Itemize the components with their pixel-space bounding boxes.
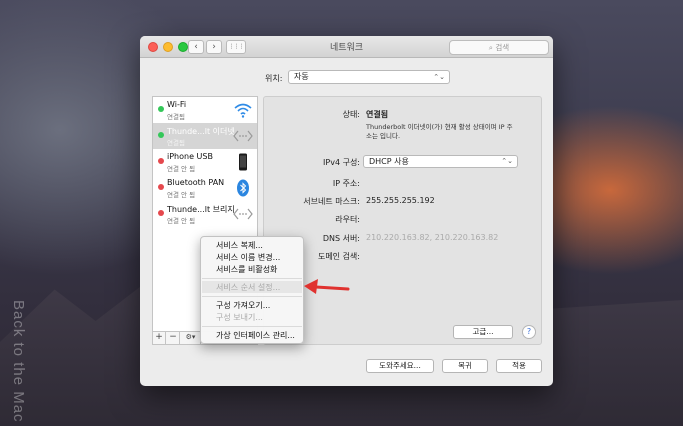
service-status: 연결됨 — [167, 139, 185, 147]
titlebar: ‹ › ⋮⋮⋮ 네트워크 ⌕ 검색 — [140, 36, 553, 58]
subnet-mask-label: 서브네트 마스크: — [303, 197, 360, 206]
menu-item-duplicate-service[interactable]: 서비스 복제... — [216, 240, 263, 251]
service-item-wifi[interactable]: Wi-Fi 연결됨 — [153, 97, 257, 123]
watermark-text: Back to the Mac — [10, 300, 27, 423]
service-status: 연결 안 됨 — [167, 217, 196, 225]
menu-item-import-configurations[interactable]: 구성 가져오기... — [216, 300, 270, 311]
status-value: 연결됨 — [366, 110, 389, 119]
ethernet-icon — [233, 130, 253, 142]
add-service-button[interactable]: + — [153, 332, 166, 344]
menu-separator — [202, 296, 302, 297]
bluetooth-icon — [237, 179, 249, 197]
help-button[interactable]: ? — [522, 325, 536, 339]
service-name: Bluetooth PAN — [167, 178, 225, 187]
menu-item-export-configurations: 구성 보내기... — [216, 313, 263, 322]
annotation-arrow-icon — [304, 279, 350, 294]
service-item-bluetooth-pan[interactable]: Bluetooth PAN 연결 안 됨 — [153, 175, 257, 201]
chevron-updown-icon: ⌃⌄ — [433, 73, 445, 81]
ipv4-config-select[interactable]: DHCP 사용 ⌃⌄ — [363, 155, 518, 168]
subnet-mask-value: 255.255.255.192 — [366, 196, 435, 205]
iphone-icon — [239, 153, 247, 171]
ip-address-label: IP 주소: — [332, 179, 360, 188]
service-name: iPhone USB — [167, 152, 213, 161]
search-domains-label: 도메인 검색: — [317, 252, 360, 261]
service-actions-menu: 서비스 복제... 서비스 이름 변경... 서비스를 비활성화 서비스 순서 … — [200, 236, 304, 344]
search-field[interactable]: ⌕ 검색 — [449, 40, 549, 55]
remove-service-button[interactable]: − — [167, 332, 180, 344]
status-description: Thunderbolt 이더넷이(가) 현재 활성 상태이며 IP 주소는 입니… — [366, 123, 516, 141]
menu-item-rename-service[interactable]: 서비스 이름 변경... — [216, 252, 280, 263]
status-dot-green — [158, 132, 164, 138]
location-label: 위치: — [265, 74, 283, 83]
location-select[interactable]: 자동 ⌃⌄ — [288, 70, 450, 84]
service-status: 연결됨 — [167, 113, 185, 121]
status-label: 상태: — [342, 110, 360, 119]
router-label: 라우터: — [335, 215, 360, 224]
service-item-thunderbolt-bridge[interactable]: Thunde...lt 브리지 연결 안 됨 — [153, 201, 257, 227]
menu-separator — [202, 278, 302, 279]
ipv4-config-value: DHCP 사용 — [369, 157, 409, 166]
status-dot-red — [158, 158, 164, 164]
menu-separator — [202, 326, 302, 327]
ipv4-config-label: IPv4 구성: — [323, 158, 360, 167]
status-dot-red — [158, 210, 164, 216]
menu-item-set-service-order: 서비스 순서 설정... — [216, 283, 281, 292]
service-detail-panel: 상태: 연결됨 Thunderbolt 이더넷이(가) 현재 활성 상태이며 I… — [263, 96, 542, 345]
revert-button[interactable]: 복귀 — [442, 359, 488, 373]
service-name: Thunde...lt 브리지 — [167, 205, 235, 214]
gear-icon[interactable]: ⚙▾ — [181, 332, 201, 344]
status-description-tail: 입니다. — [380, 132, 401, 140]
location-value: 자동 — [294, 72, 309, 81]
menu-item-deactivate-service[interactable]: 서비스를 비활성화 — [216, 264, 277, 275]
service-item-thunderbolt-ethernet[interactable]: Thunde...lt 이더넷 연결됨 — [153, 123, 257, 149]
search-placeholder: 검색 — [495, 43, 510, 52]
chevron-updown-icon: ⌃⌄ — [501, 157, 513, 165]
service-status: 연결 안 됨 — [167, 191, 196, 199]
status-dot-green — [158, 106, 164, 112]
wifi-icon — [234, 103, 252, 118]
service-name: Thunde...lt 이더넷 — [167, 127, 235, 136]
assist-me-button[interactable]: 도와주세요... — [366, 359, 434, 373]
dns-server-value: 210.220.163.82, 210.220.163.82 — [366, 233, 499, 242]
dns-server-label: DNS 서버: — [322, 234, 360, 243]
apply-button[interactable]: 적용 — [496, 359, 542, 373]
menu-item-manage-virtual-interfaces[interactable]: 가상 인터페이스 관리... — [216, 330, 295, 341]
service-status: 연결 안 됨 — [167, 165, 196, 173]
service-name: Wi-Fi — [167, 100, 187, 109]
status-dot-red — [158, 184, 164, 190]
advanced-button[interactable]: 고급... — [453, 325, 513, 339]
bridge-icon — [233, 208, 253, 220]
service-item-iphone-usb[interactable]: iPhone USB 연결 안 됨 — [153, 149, 257, 175]
